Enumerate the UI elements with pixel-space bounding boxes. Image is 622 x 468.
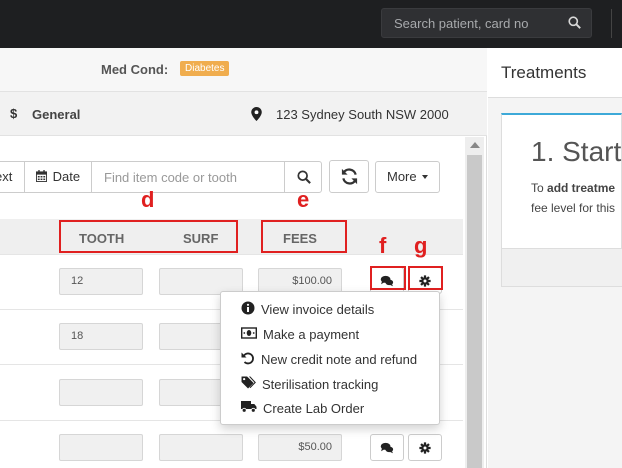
start-heading: 1. Start xyxy=(531,136,622,167)
row-divider xyxy=(0,254,463,255)
tooth-input[interactable] xyxy=(59,434,143,461)
menu-item-label: Make a payment xyxy=(263,326,360,342)
tags-icon xyxy=(241,376,262,392)
surface-input[interactable] xyxy=(159,434,243,461)
date-filter-button[interactable]: Date xyxy=(24,161,92,193)
tooth-input[interactable]: 18 xyxy=(59,323,143,350)
scroll-up-arrow[interactable] xyxy=(470,142,480,148)
fee-input[interactable]: $50.00 xyxy=(258,434,342,461)
card-footer xyxy=(502,248,622,286)
menu-item-label: View invoice details xyxy=(261,301,375,317)
medcond-label: Med Cond: xyxy=(101,62,169,77)
menu-item-view-invoice[interactable]: View invoice details xyxy=(241,298,374,320)
truck-icon xyxy=(241,400,263,416)
medical-condition-row xyxy=(0,48,487,92)
scrollbar-thumb[interactable] xyxy=(467,155,482,468)
dollar-icon: $ xyxy=(10,106,18,121)
menu-item-label: New credit note and refund xyxy=(261,351,418,367)
row-actions-menu: View invoice details Make a payment New … xyxy=(220,291,440,425)
annotation-box-d xyxy=(59,220,238,253)
settings-button[interactable] xyxy=(408,434,442,461)
annotation-label-f: f xyxy=(379,233,387,258)
notes-button[interactable] xyxy=(370,434,404,461)
map-marker-icon xyxy=(251,107,262,124)
menu-item-lab-order[interactable]: Create Lab Order xyxy=(241,397,364,419)
item-search-placeholder: Find item code or tooth xyxy=(104,170,237,185)
search-icon[interactable] xyxy=(568,16,581,32)
calendar-icon xyxy=(36,163,47,193)
start-instructions-line1: To add treatme xyxy=(531,181,616,195)
patient-address: 123 Sydney South NSW 2000 xyxy=(276,107,449,122)
date-filter-label: Date xyxy=(52,169,81,184)
menu-item-credit-note[interactable]: New credit note and refund xyxy=(241,348,417,370)
annotation-box-g xyxy=(408,266,443,290)
fee-level-label: General xyxy=(32,107,81,122)
patient-search-input[interactable]: Search patient, card no xyxy=(394,16,528,31)
start-instructions-line2: fee level for this xyxy=(531,201,616,215)
navbar-divider xyxy=(611,9,612,38)
annotation-label-g: g xyxy=(414,233,428,258)
annotation-box-f xyxy=(370,266,406,290)
more-label: More xyxy=(387,169,417,184)
menu-item-make-payment[interactable]: Make a payment xyxy=(240,323,360,345)
undo-icon xyxy=(241,351,261,368)
medcond-badge: Diabetes xyxy=(180,61,230,76)
item-search-input[interactable]: Find item code or tooth xyxy=(91,161,285,193)
menu-item-label: Sterilisation tracking xyxy=(262,376,379,392)
caret-down-icon xyxy=(422,175,429,179)
info-circle-icon xyxy=(241,301,261,318)
refresh-button[interactable] xyxy=(329,160,369,193)
text-filter-button[interactable]: ext xyxy=(0,161,25,193)
annotation-box-e xyxy=(261,220,347,253)
annotation-label-d: d xyxy=(141,187,155,212)
tooth-input[interactable]: 12 xyxy=(59,268,143,295)
money-icon xyxy=(240,326,263,342)
patient-search-box[interactable]: Search patient, card no xyxy=(381,8,592,38)
refresh-icon xyxy=(340,167,359,197)
search-icon xyxy=(297,170,311,187)
treatments-title: Treatments xyxy=(501,63,587,82)
annotation-label-e: e xyxy=(297,187,310,212)
menu-item-label: Create Lab Order xyxy=(263,400,365,416)
menu-item-sterilisation[interactable]: Sterilisation tracking xyxy=(241,373,378,395)
more-dropdown-button[interactable]: More xyxy=(375,161,440,193)
tooth-input[interactable] xyxy=(59,379,143,406)
